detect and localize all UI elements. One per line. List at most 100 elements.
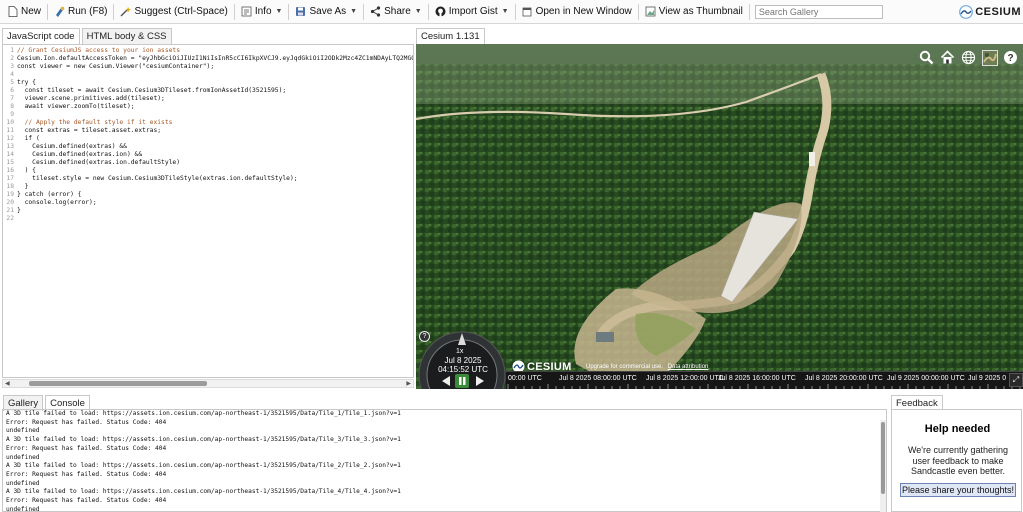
code-line[interactable]: 17 tileset.style = new Cesium.Cesium3DTi… (3, 175, 413, 183)
code-line[interactable]: 16 ) { (3, 167, 413, 175)
timeline[interactable]: 00:00 UTC Jul 8 2025 08:00:00 UTC Jul 8 … (506, 371, 1023, 389)
line-number: 10 (6, 119, 14, 126)
code-line[interactable]: 2 Cesium.Ion.defaultAccessToken = "eyJhbG… (3, 55, 413, 63)
pause-icon[interactable] (455, 374, 469, 388)
timeline-label: Jul 8 2025 20:00:00 UTC (805, 375, 883, 382)
github-icon (435, 6, 446, 17)
code-line[interactable]: 10 // Apply the default style if it exis… (3, 119, 413, 127)
tab-javascript-code[interactable]: JavaScript code (2, 28, 80, 44)
layers-icon[interactable] (981, 49, 998, 66)
info-button[interactable]: Info ▼ (236, 2, 288, 22)
data-attribution-link[interactable]: Data attribution (668, 364, 709, 370)
code-horizontal-scrollbar[interactable]: ◀ ▶ (2, 379, 414, 388)
console-scrollbar[interactable] (880, 420, 886, 512)
code-line[interactable]: 21} (3, 207, 413, 215)
code-line[interactable]: 20 console.log(error); (3, 199, 413, 207)
fullscreen-icon[interactable]: ⤢ (1009, 373, 1023, 387)
code-text: } catch (error) { (17, 191, 82, 198)
import-gist-button[interactable]: Import Gist ▼ (430, 2, 514, 22)
console-line: undefined (6, 427, 40, 435)
line-number: 5 (10, 79, 14, 86)
code-line[interactable]: 3 const viewer = new Cesium.Viewer("cesiu… (3, 63, 413, 71)
code-line[interactable]: 7 viewer.scene.primitives.add(tileset); (3, 95, 413, 103)
toolbar-separator (748, 3, 750, 20)
code-text: } (17, 207, 21, 214)
tab-html-body-css[interactable]: HTML body & CSS (81, 28, 172, 44)
info-icon (241, 6, 252, 17)
console-line: Error: Request has failed. Status Code: … (6, 418, 167, 426)
globe-icon[interactable] (960, 49, 977, 66)
code-line[interactable]: 1// Grant CesiumJS access to your ion as… (3, 47, 413, 55)
chevron-down-icon: ▼ (275, 8, 283, 15)
help-icon[interactable]: ? (1002, 49, 1019, 66)
new-button[interactable]: New (2, 2, 46, 22)
code-text: try { (17, 79, 36, 86)
code-text: tileset.style = new Cesium.Cesium3DTileS… (17, 175, 298, 182)
console-line: A 3D tile failed to load: https://assets… (6, 410, 401, 417)
share-thoughts-button[interactable]: Please share your thoughts! (900, 483, 1016, 497)
code-line[interactable]: 4 (3, 71, 413, 79)
code-line[interactable]: 12 if ( (3, 135, 413, 143)
code-line[interactable]: 5 try { (3, 79, 413, 87)
timeline-label: Jul 8 2025 16:00:00 UTC (718, 375, 796, 382)
console-line: Error: Request has failed. Status Code: … (6, 444, 167, 452)
code-line[interactable]: 13 Cesium.defined(extras) && (3, 143, 413, 151)
tab-cesium-viewer[interactable]: Cesium 1.131 (416, 28, 485, 44)
aerial-scene[interactable] (416, 44, 1023, 389)
code-line[interactable]: 18 } (3, 183, 413, 191)
line-number: 18 (6, 183, 14, 190)
credit-upgrade-link[interactable]: Upgrade for commercial use. (586, 364, 663, 370)
code-line[interactable]: 8 await viewer.zoomTo(tileset); (3, 103, 413, 111)
console-line: A 3D tile failed to load: https://assets… (6, 436, 401, 444)
home-icon[interactable] (939, 49, 956, 66)
share-icon (370, 6, 381, 17)
code-line[interactable]: 15 Cesium.defined(extras.ion.defaultStyl… (3, 159, 413, 167)
view-thumbnail-label: View as Thumbnail (658, 6, 743, 17)
search-icon[interactable] (918, 49, 935, 66)
code-editor[interactable]: 1// Grant CesiumJS access to your ion as… (2, 44, 414, 378)
console-line: A 3D tile failed to load: https://assets… (6, 488, 401, 496)
cesium-brand-text: CESIUM (975, 6, 1021, 18)
chevron-down-icon: ▼ (350, 8, 358, 15)
code-text: Cesium.Ion.defaultAccessToken = "eyJhbGc… (17, 55, 414, 62)
feedback-text: We're currently gathering user feedback … (907, 445, 1009, 476)
line-number: 4 (10, 71, 14, 78)
suggest-button[interactable]: Suggest (Ctrl-Space) (115, 2, 232, 22)
console-output: A 3D tile failed to load: https://assets… (2, 409, 887, 512)
info-button-label: Info (254, 6, 272, 17)
toolbar: New Run (F8) Suggest (Ctrl-Space) Info ▼… (0, 0, 1023, 24)
timeline-label: Jul 8 2025 08:00:00 UTC (559, 375, 637, 382)
new-file-icon (7, 6, 18, 17)
run-button[interactable]: Run (F8) (49, 2, 112, 22)
credit-text: Upgrade for commercial use. Data attribu… (586, 364, 708, 370)
share-button[interactable]: Share ▼ (365, 2, 427, 22)
code-line[interactable]: 11 const extras = tileset.asset.extras; (3, 127, 413, 135)
play-reverse-icon[interactable] (442, 376, 450, 386)
scroll-left-icon[interactable]: ◀ (5, 380, 10, 387)
open-new-window-button[interactable]: Open in New Window (517, 2, 637, 22)
cesium-viewer[interactable]: ? ? 1x Jul 8 2025 04:15:52 UTC CESIUM Up… (416, 44, 1023, 389)
line-number: 7 (10, 95, 14, 102)
code-line[interactable]: 6 const tileset = await Cesium.Cesium3DT… (3, 87, 413, 95)
scrollbar-thumb[interactable] (881, 422, 885, 494)
chevron-down-icon: ▼ (414, 8, 422, 15)
code-line[interactable]: 19} catch (error) { (3, 191, 413, 199)
navigation-help-icon[interactable]: ? (419, 331, 430, 342)
code-line[interactable]: 9 (3, 111, 413, 119)
search-gallery-input[interactable] (754, 4, 883, 19)
play-icon[interactable] (476, 376, 484, 386)
save-as-button[interactable]: Save As ▼ (290, 2, 362, 22)
code-text: // Apply the default style if it exists (17, 119, 173, 126)
timeline-label: Jul 9 2025 00:00:00 UTC (887, 375, 965, 382)
view-thumbnail-button[interactable]: View as Thumbnail (640, 2, 748, 22)
toolbar-separator (637, 3, 639, 20)
code-line[interactable]: 14 Cesium.defined(extras.ion) && (3, 151, 413, 159)
line-number: 19 (6, 191, 14, 198)
scrollbar-thumb[interactable] (29, 381, 207, 386)
code-tabs: JavaScript code HTML body & CSS (2, 28, 174, 44)
line-number: 9 (10, 111, 14, 118)
timeline-label: Jul 9 2025 0 (968, 375, 1007, 382)
scroll-right-icon[interactable]: ▶ (406, 380, 411, 387)
run-button-label: Run (F8) (68, 6, 108, 17)
code-line[interactable]: 22 (3, 215, 413, 223)
